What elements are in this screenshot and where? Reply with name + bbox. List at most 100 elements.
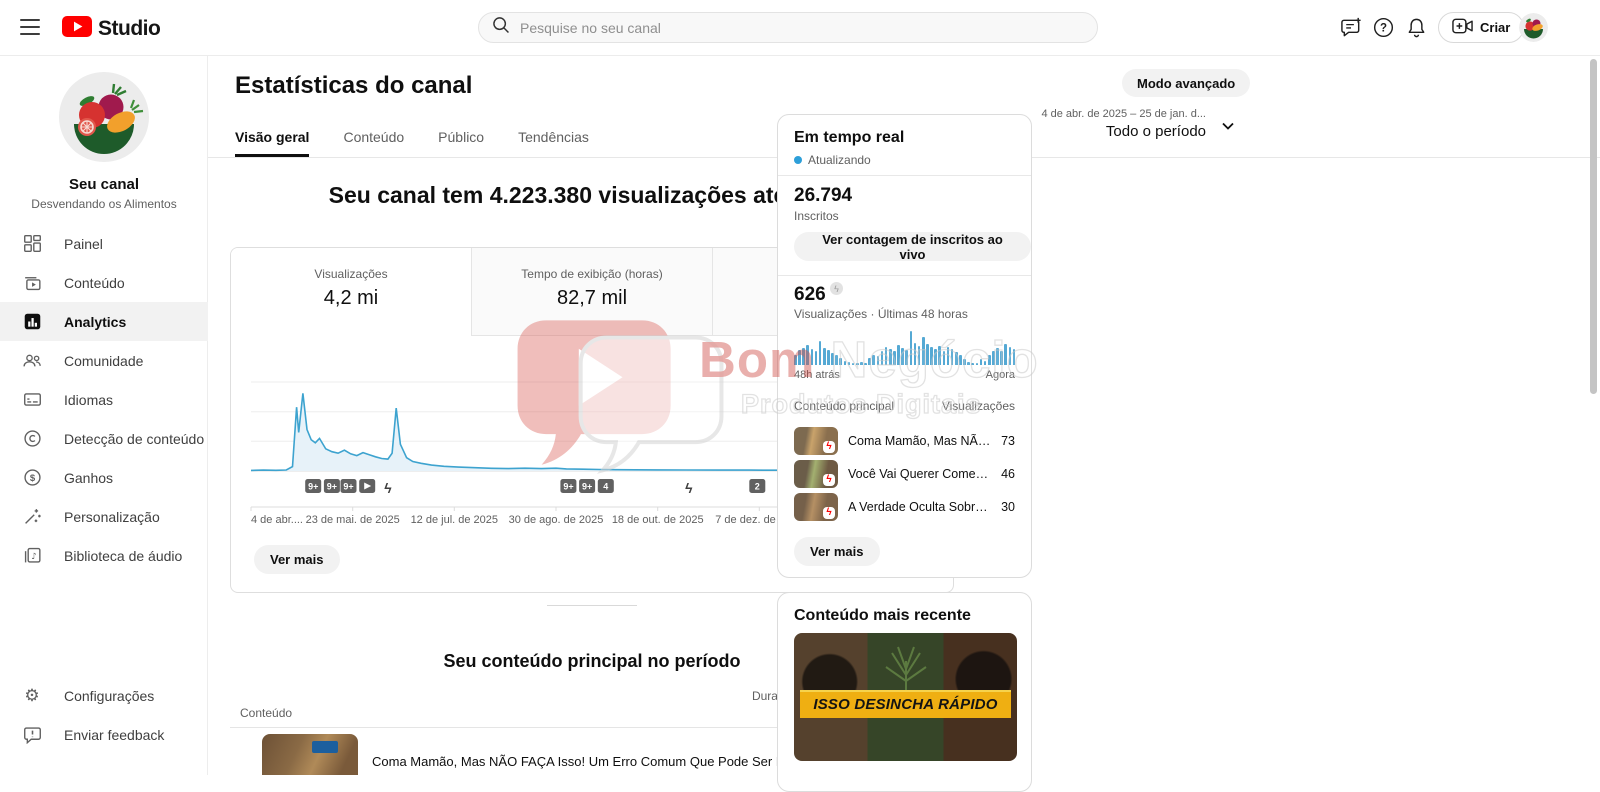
divider xyxy=(778,275,1031,276)
latest-content-card: Conteúdo mais recente ISSO DESINCHA RÁPI… xyxy=(777,592,1032,792)
create-button[interactable]: Criar xyxy=(1438,12,1524,43)
axis-right-label: Agora xyxy=(986,369,1015,381)
feedback-comment-icon[interactable] xyxy=(1340,16,1363,39)
search-input[interactable] xyxy=(520,20,1085,36)
magic-wand-icon xyxy=(22,507,42,527)
realtime-title: Em tempo real xyxy=(794,129,904,147)
sidebar-item-personalizacao[interactable]: Personalização xyxy=(0,497,208,536)
channel-search[interactable] xyxy=(478,12,1098,43)
realtime-axis: 48h atrás Agora xyxy=(794,369,1015,381)
latest-content-title: Conteúdo mais recente xyxy=(794,607,971,625)
video-create-icon xyxy=(1452,18,1473,37)
shorts-icon: ϟ xyxy=(823,474,835,486)
sidebar-item-label: Detecção de conteúdo xyxy=(64,431,204,447)
thumbnail-banner-text: ISSO DESINCHA RÁPIDO xyxy=(800,690,1011,718)
tab-tendencias[interactable]: Tendências xyxy=(518,120,589,157)
svg-text:9+: 9+ xyxy=(343,482,353,492)
axis-left-label: 48h atrás xyxy=(794,369,840,381)
sidebar-item-label: Ganhos xyxy=(64,470,113,486)
sidebar-item-biblioteca-audio[interactable]: ♪ Biblioteca de áudio xyxy=(0,536,208,575)
sidebar-item-conteudo[interactable]: Conteúdo xyxy=(0,263,208,302)
sidebar-item-ganhos[interactable]: $ Ganhos xyxy=(0,458,208,497)
create-button-label: Criar xyxy=(1480,20,1510,35)
analytics-icon xyxy=(22,312,42,332)
sidebar-item-analytics[interactable]: Analytics xyxy=(0,302,208,341)
sidebar-item-label: Idiomas xyxy=(64,392,113,408)
sidebar-item-idiomas[interactable]: Idiomas xyxy=(0,380,208,419)
audio-library-icon: ♪ xyxy=(22,546,42,566)
sidebar-item-enviar-feedback[interactable]: Enviar feedback xyxy=(0,715,208,754)
sidebar-item-label: Configurações xyxy=(64,688,154,704)
svg-text:4: 4 xyxy=(603,482,608,492)
video-thumbnail: ϟ xyxy=(794,460,838,488)
channel-avatar[interactable] xyxy=(59,72,149,162)
metric-value: 82,7 mil xyxy=(557,287,627,310)
sidebar: Seu canal Desvendando os Alimentos Paine… xyxy=(0,56,208,775)
topbar: Studio ? Criar xyxy=(0,0,1600,56)
youtube-studio-logo[interactable]: Studio xyxy=(62,16,160,42)
realtime-see-more-button[interactable]: Ver mais xyxy=(794,537,880,566)
column-content: Conteúdo xyxy=(240,706,292,720)
feedback-icon xyxy=(22,725,42,745)
period-label: Todo o período xyxy=(1106,123,1206,140)
video-title: Coma Mamão, Mas NÃO FAÇA Isso! Um Erro C… xyxy=(372,754,831,769)
video-views: 46 xyxy=(1001,467,1015,481)
svg-text:4 de abr....: 4 de abr.... xyxy=(251,514,303,526)
svg-text:2: 2 xyxy=(755,482,760,492)
video-thumbnail: ϟ xyxy=(794,493,838,521)
svg-text:18 de out. de 2025: 18 de out. de 2025 xyxy=(612,514,704,526)
sidebar-item-painel[interactable]: Painel xyxy=(0,224,208,263)
sidebar-item-comunidade[interactable]: Comunidade xyxy=(0,341,208,380)
page-scrollbar xyxy=(1587,56,1600,775)
dollar-icon: $ xyxy=(22,468,42,488)
list-item[interactable]: ϟ Você Vai Querer Comer Cast... 46 xyxy=(794,460,1015,488)
metric-tab-visualizacoes[interactable]: Visualizações 4,2 mi xyxy=(231,248,471,336)
svg-text:ϟ: ϟ xyxy=(685,480,693,496)
svg-text:9+: 9+ xyxy=(582,482,592,492)
list-item[interactable]: ϟ Coma Mamão, Mas NÃO FA... 73 xyxy=(794,427,1015,455)
realtime-updating: Atualizando xyxy=(794,153,871,167)
svg-text:9+: 9+ xyxy=(308,482,318,492)
latest-video-thumbnail[interactable]: ISSO DESINCHA RÁPIDO xyxy=(794,633,1017,761)
list-item[interactable]: ϟ A Verdade Oculta Sobre a A... 30 xyxy=(794,493,1015,521)
shorts-info-icon: ϟ xyxy=(830,282,843,295)
tab-conteudo[interactable]: Conteúdo xyxy=(343,120,404,157)
sidebar-item-label: Conteúdo xyxy=(64,275,125,291)
realtime-bar-chart xyxy=(794,329,1015,365)
video-views: 73 xyxy=(1001,434,1015,448)
metric-tab-tempo-exibicao[interactable]: Tempo de exibição (horas) 82,7 mil xyxy=(471,248,712,336)
youtube-play-icon xyxy=(62,16,92,42)
video-views: 30 xyxy=(1001,500,1015,514)
studio-brand-text: Studio xyxy=(98,17,160,41)
svg-text:ϟ: ϟ xyxy=(384,480,392,496)
scrollbar-thumb[interactable] xyxy=(1590,59,1597,394)
tab-publico[interactable]: Público xyxy=(438,120,484,157)
sidebar-item-configuracoes[interactable]: ⚙ Configurações xyxy=(0,676,208,715)
video-title: Coma Mamão, Mas NÃO FA... xyxy=(848,434,991,448)
subtitles-icon xyxy=(22,390,42,410)
video-thumbnail: ϟ xyxy=(794,427,838,455)
realtime-views-label: Visualizações · Últimas 48 horas xyxy=(794,307,968,321)
chart-see-more-button[interactable]: Ver mais xyxy=(254,545,340,574)
account-avatar[interactable] xyxy=(1519,13,1548,42)
svg-text:9+: 9+ xyxy=(327,482,337,492)
date-range-selector[interactable]: 4 de abr. de 2025 – 25 de jan. d... Todo… xyxy=(1044,104,1236,156)
video-thumbnail xyxy=(262,734,358,775)
shorts-icon: ϟ xyxy=(823,441,835,453)
live-subscriber-count-button[interactable]: Ver contagem de inscritos ao vivo xyxy=(794,232,1031,261)
content-icon xyxy=(22,273,42,293)
metric-label: Tempo de exibição (horas) xyxy=(521,267,662,281)
shorts-icon: ϟ xyxy=(823,507,835,519)
list-header-views: Visualizações xyxy=(942,399,1015,413)
menu-hamburger-icon[interactable] xyxy=(20,19,40,35)
updating-dot-icon xyxy=(794,156,802,164)
realtime-list-header: Conteúdo principal Visualizações xyxy=(794,399,1015,413)
sidebar-item-deteccao[interactable]: Detecção de conteúdo xyxy=(0,419,208,458)
svg-text:♪: ♪ xyxy=(31,552,37,562)
help-icon[interactable]: ? xyxy=(1372,16,1395,39)
tab-visao-geral[interactable]: Visão geral xyxy=(235,120,309,157)
advanced-mode-button[interactable]: Modo avançado xyxy=(1122,69,1250,97)
notifications-bell-icon[interactable] xyxy=(1405,16,1428,39)
sidebar-item-label: Biblioteca de áudio xyxy=(64,548,182,564)
dashboard-icon xyxy=(22,234,42,254)
